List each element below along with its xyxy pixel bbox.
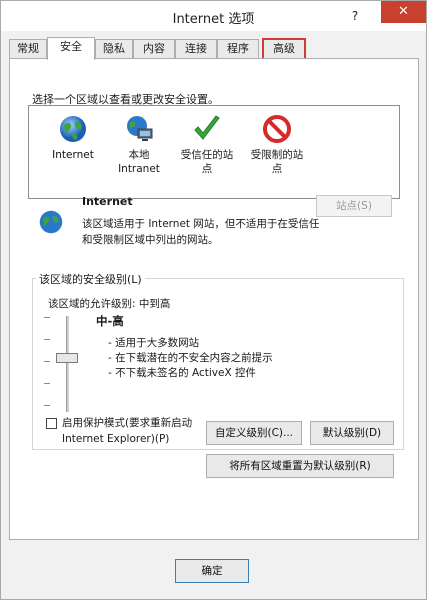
level-description-item: - 在下载潜在的不安全内容之前提示 [108, 352, 273, 364]
zone-list: Internet 本地 Intranet 受信任的站 点 受限制的站 点 [28, 105, 400, 199]
zone-internet[interactable]: Internet [37, 114, 109, 162]
security-level-name: 中-高 [96, 314, 124, 328]
title-bar: Internet 选项 ? ✕ [1, 1, 426, 31]
selected-zone-description: 该区域适用于 Internet 网站，但不适用于在受信任和受限制区域中列出的网站… [82, 218, 320, 246]
zone-restricted-sites[interactable]: 受限制的站 点 [241, 114, 313, 176]
help-button[interactable]: ? [346, 8, 364, 24]
tab-advanced[interactable]: 高级 [262, 38, 306, 60]
security-panel: 选择一个区域以查看或更改安全设置。 Internet 本地 Intranet 受… [9, 58, 419, 540]
protected-mode-label[interactable]: 启用保护模式(要求重新启动 Internet Explorer)(P) [62, 415, 192, 447]
sites-button[interactable]: 站点(S) [316, 195, 392, 217]
slider-tick [44, 317, 50, 318]
tab-general[interactable]: 常规 [9, 39, 47, 59]
zone-restricted-sites-label: 受限制的站 点 [250, 149, 304, 175]
tab-security[interactable]: 安全 [47, 37, 95, 60]
close-button[interactable]: ✕ [381, 1, 426, 23]
zone-trusted-sites-label: 受信任的站 点 [180, 149, 234, 175]
internet-options-dialog: Internet 选项 ? ✕ 常规 安全 隐私 内容 连接 程序 高级 选择一… [0, 0, 427, 600]
reset-all-zones-button[interactable]: 将所有区域重置为默认级别(R) [206, 454, 394, 478]
selected-zone-name: Internet [82, 195, 133, 208]
slider-tick [44, 405, 50, 406]
slider-thumb[interactable] [56, 353, 78, 363]
tab-programs[interactable]: 程序 [217, 39, 259, 59]
ok-button[interactable]: 确定 [175, 559, 249, 583]
tab-connections[interactable]: 连接 [175, 39, 217, 59]
restricted-icon [263, 115, 291, 143]
slider-track[interactable] [66, 316, 69, 412]
checkmark-icon [194, 115, 220, 140]
allowed-levels-text: 该区域的允许级别: 中到高 [48, 298, 171, 310]
tab-privacy[interactable]: 隐私 [95, 39, 133, 59]
security-level-title: 该区域的安全级别(L) [36, 271, 145, 287]
slider-tick [44, 361, 50, 362]
default-level-button[interactable]: 默认级别(D) [310, 421, 394, 445]
zone-trusted-sites[interactable]: 受信任的站 点 [171, 114, 243, 176]
zone-internet-label: Internet [52, 149, 94, 161]
level-description-item: - 不下载未签名的 ActiveX 控件 [108, 367, 256, 379]
zone-local-intranet-label: 本地 Intranet [118, 149, 160, 175]
tab-strip: 常规 安全 隐私 内容 连接 程序 高级 [9, 37, 421, 60]
custom-level-button[interactable]: 自定义级别(C)... [206, 421, 302, 445]
slider-tick [44, 339, 50, 340]
intranet-icon [127, 116, 153, 141]
slider-tick [44, 383, 50, 384]
globe-icon [60, 116, 86, 142]
selected-zone-globe-icon [39, 210, 63, 234]
zone-local-intranet[interactable]: 本地 Intranet [103, 114, 175, 176]
level-description-item: - 适用于大多数网站 [108, 337, 200, 349]
protected-mode-checkbox[interactable] [46, 418, 57, 429]
tab-content[interactable]: 内容 [133, 39, 175, 59]
